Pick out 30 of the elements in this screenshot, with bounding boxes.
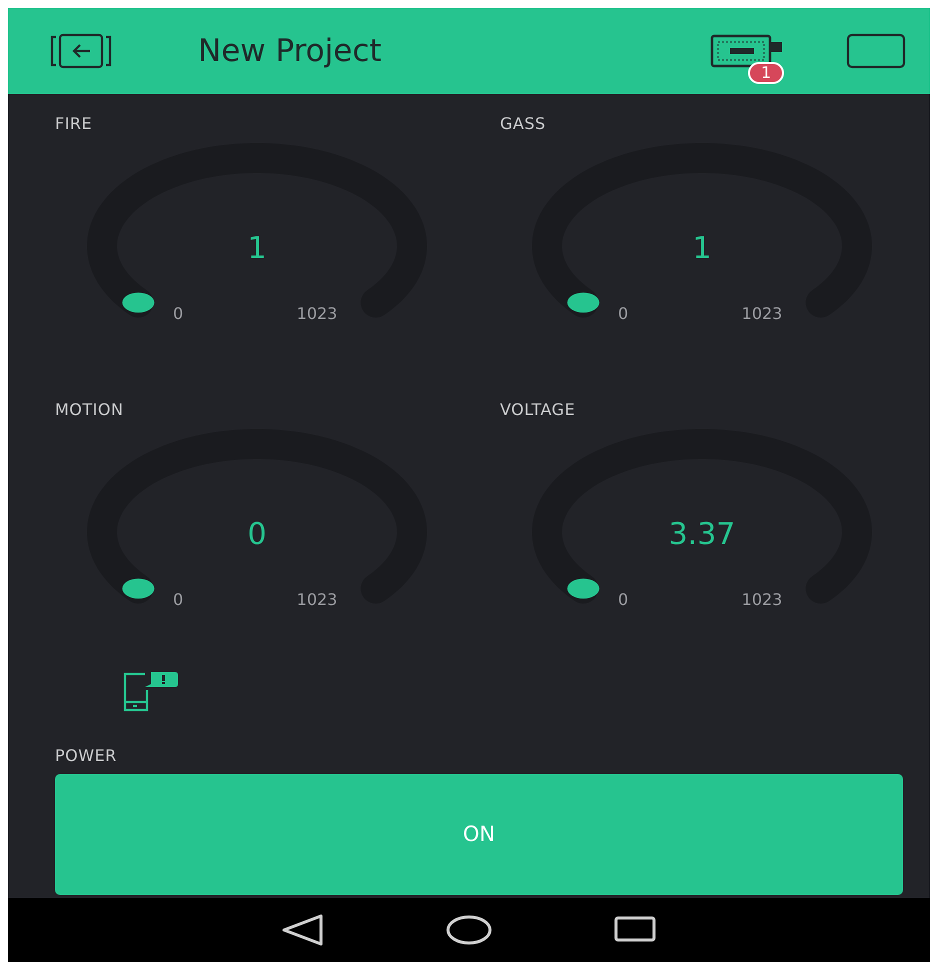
gauge-max: 1023 [742, 590, 782, 609]
gauge-label: MOTION [55, 399, 124, 421]
gauge-min: 0 [173, 304, 184, 323]
power-button[interactable]: ON [55, 774, 903, 895]
square-icon[interactable] [846, 33, 906, 69]
gauge-label: FIRE [55, 113, 94, 135]
gauge-indicator [122, 292, 154, 313]
gauge-label: VOLTAGE [500, 399, 576, 421]
gauge-indicator [567, 578, 600, 599]
gauge-min: 0 [173, 590, 184, 609]
notification-badge: 1 [748, 62, 784, 84]
gauge-indicator [122, 578, 154, 599]
gauge-max: 1023 [742, 304, 782, 323]
gauge-value: 1 [692, 231, 712, 266]
gauge-value: 3.37 [668, 517, 736, 552]
gauge-max: 1023 [296, 304, 338, 323]
notification-icon[interactable] [123, 670, 181, 712]
power-label: POWER [55, 745, 118, 767]
gauge-min: 0 [618, 304, 628, 323]
project-title: New Project [198, 32, 383, 71]
gauge-label: GASS [500, 113, 547, 135]
gauge-min: 0 [618, 590, 628, 609]
exit-icon[interactable] [50, 33, 112, 69]
gauge-indicator [567, 292, 600, 313]
gauge-max: 1023 [296, 590, 338, 609]
back-icon[interactable] [281, 914, 325, 946]
gauge-value: 1 [247, 231, 267, 266]
device-icon[interactable] [710, 34, 784, 68]
gauge-value: 0 [247, 517, 267, 552]
home-icon[interactable] [445, 914, 493, 946]
